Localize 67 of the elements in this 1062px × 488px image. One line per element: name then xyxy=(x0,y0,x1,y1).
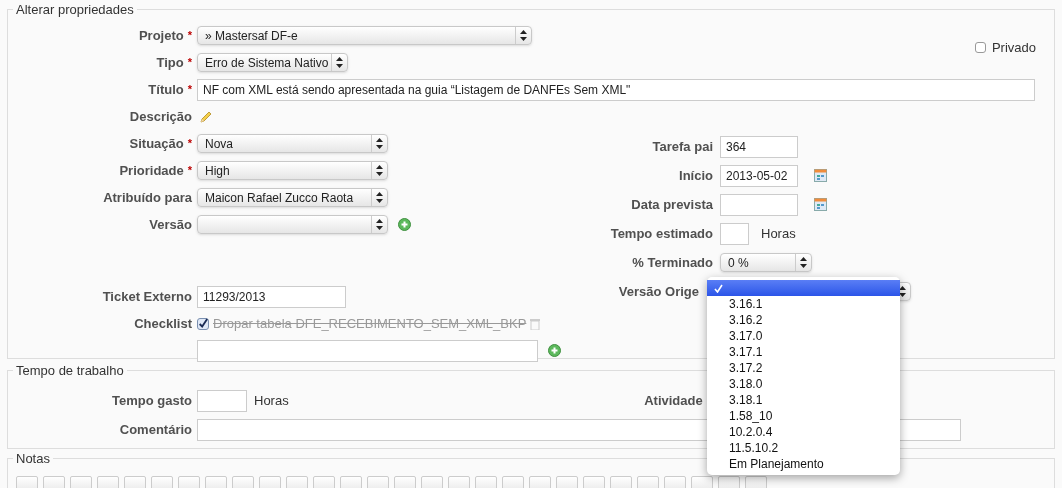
field-label: Data prevista xyxy=(631,195,713,214)
field-label: Tipo xyxy=(156,53,184,72)
field-label: Tempo estimado xyxy=(610,224,713,243)
dropdown-option[interactable]: 3.16.1 xyxy=(707,296,900,312)
checkbox-label: Privado xyxy=(991,38,1036,57)
select-field[interactable]: Maicon Rafael Zucco Raota xyxy=(197,188,388,207)
dropdown-option[interactable]: 3.16.2 xyxy=(707,312,900,328)
dropdown-option[interactable]: 3.17.0 xyxy=(707,328,900,344)
input-field[interactable] xyxy=(720,193,798,216)
field-label: Versão xyxy=(149,215,192,234)
dropdown-option[interactable]: 3.18.1 xyxy=(707,392,900,408)
select-field[interactable]: » Mastersaf DF-e xyxy=(197,26,532,45)
select-field[interactable]: Erro de Sistema Nativo xyxy=(197,53,348,72)
field-label: Atribuído para xyxy=(103,188,192,207)
required-mark: * xyxy=(187,28,192,44)
check-icon xyxy=(713,283,723,293)
dropdown-option[interactable]: 3.18.0 xyxy=(707,376,900,392)
required-mark: * xyxy=(187,136,192,152)
dropdown-option[interactable]: Em Planejamento xyxy=(707,456,900,472)
trash-icon[interactable] xyxy=(530,317,541,330)
input-field[interactable] xyxy=(197,389,247,412)
unit-label: Horas xyxy=(761,224,796,243)
select-field[interactable] xyxy=(197,215,388,234)
input-field[interactable]: NF com XML está sendo apresentada na guia “Listagem de DANFEs Sem XML" xyxy=(197,78,1035,101)
select-field[interactable]: Nova xyxy=(197,134,388,153)
checkbox[interactable] xyxy=(197,317,209,330)
checklist-item: Dropar tabela DFE_RECEBIMENTO_SEM_XML_BKP xyxy=(213,314,527,333)
required-mark: * xyxy=(187,163,192,179)
field-label: Prioridade xyxy=(119,161,184,180)
field-label: Título xyxy=(148,80,184,99)
field-label: Tempo gasto xyxy=(112,391,192,410)
field-label: Projeto xyxy=(138,26,184,45)
calendar-icon[interactable] xyxy=(814,169,827,182)
field-label: % Terminado xyxy=(632,253,713,272)
dropdown-option[interactable]: 3.17.1 xyxy=(707,344,900,360)
input-field[interactable]: 2013-05-02 xyxy=(720,164,798,187)
field-label: Descrição xyxy=(129,107,192,126)
field-label: Ticket Externo xyxy=(102,287,192,306)
add-icon[interactable] xyxy=(398,218,411,231)
field-label: Atividade xyxy=(644,391,703,410)
field-label: Situação xyxy=(129,134,184,153)
dropdown-option[interactable]: 10.2.0.4 xyxy=(707,424,900,440)
calendar-icon[interactable] xyxy=(814,198,827,211)
pencil-icon[interactable] xyxy=(199,109,213,124)
required-mark: * xyxy=(187,82,192,98)
required-mark: * xyxy=(187,55,192,71)
field-label: Tarefa pai xyxy=(652,137,713,156)
input-field[interactable]: 364 xyxy=(720,135,798,158)
checkbox[interactable] xyxy=(974,41,986,53)
section-title: Notas xyxy=(15,450,51,468)
add-icon[interactable] xyxy=(548,344,561,357)
dropdown-option[interactable]: 11.5.10.2 xyxy=(707,440,900,456)
select-field[interactable]: High xyxy=(197,161,388,180)
dropdown-option[interactable] xyxy=(707,280,900,296)
unit-label: Horas xyxy=(254,391,289,410)
section-title: Alterar propriedades xyxy=(15,1,135,19)
dropdown-option[interactable]: 3.17.2 xyxy=(707,360,900,376)
input-field[interactable] xyxy=(720,222,749,245)
field-label: Comentário xyxy=(119,420,192,439)
select-field[interactable]: 0 % xyxy=(720,253,812,272)
field-label: Início xyxy=(679,166,713,185)
field-label: Versão Orige xyxy=(618,282,699,301)
dropdown-option[interactable]: 1.58_10 xyxy=(707,408,900,424)
input-field[interactable] xyxy=(197,339,538,362)
section-title: Tempo de trabalho xyxy=(15,362,125,380)
field-label: Checklist xyxy=(134,314,192,333)
input-field[interactable]: 11293/2013 xyxy=(197,285,346,308)
